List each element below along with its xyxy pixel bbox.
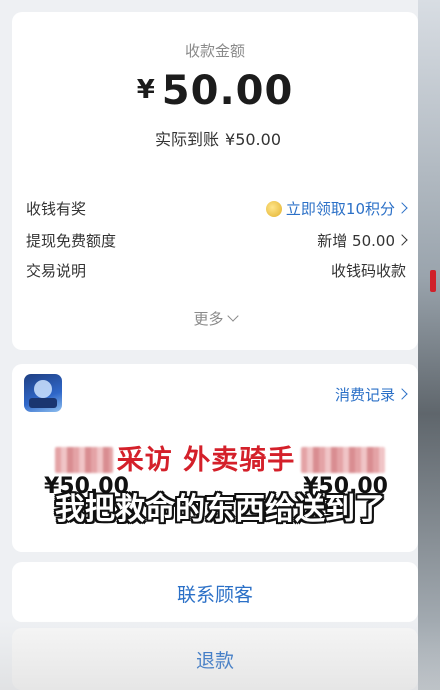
chevron-right-icon bbox=[396, 202, 408, 214]
edge-mark bbox=[430, 270, 436, 292]
consumption-record-link[interactable]: 消费记录 bbox=[335, 384, 408, 405]
payment-summary-card: 收款金额 ¥50.00 实际到账 ¥50.00 收钱有奖 立即领取10积分 提现免… bbox=[12, 12, 418, 350]
overlay-title: 采访 外卖骑手 bbox=[0, 438, 440, 477]
video-subtitle: 我把救命的东西给送到了 bbox=[55, 492, 385, 527]
contact-customer-button[interactable]: 联系顾客 bbox=[12, 562, 418, 622]
chevron-right-icon bbox=[396, 388, 408, 400]
amount-value: 50.00 bbox=[161, 68, 294, 114]
detail-row-note: 交易说明 收钱码收款 bbox=[26, 260, 406, 284]
actual-received: 实际到账 ¥50.00 bbox=[12, 126, 418, 150]
refund-button[interactable]: 退款 bbox=[12, 628, 418, 690]
background-edge bbox=[418, 0, 440, 690]
detail-key: 提现免费额度 bbox=[26, 232, 117, 250]
detail-row-reward[interactable]: 收钱有奖 立即领取10积分 bbox=[26, 198, 408, 222]
amount-display: ¥50.00 bbox=[12, 68, 418, 114]
refund-label: 退款 bbox=[195, 650, 234, 672]
detail-value: 新增 50.00 bbox=[317, 230, 408, 251]
blurred-text bbox=[54, 447, 113, 473]
actual-received-label: 实际到账 bbox=[155, 130, 220, 149]
detail-value: 收钱码收款 bbox=[330, 262, 406, 280]
detail-key: 收钱有奖 bbox=[26, 200, 87, 218]
amount-label: 收款金额 bbox=[184, 42, 245, 60]
currency-symbol: ¥ bbox=[136, 75, 156, 105]
contact-customer-label: 联系顾客 bbox=[176, 584, 253, 606]
blurred-text bbox=[301, 447, 386, 473]
actual-received-value: ¥50.00 bbox=[225, 130, 281, 149]
reward-link[interactable]: 立即领取10积分 bbox=[265, 198, 408, 219]
coin-icon bbox=[265, 201, 282, 217]
app-logo-icon bbox=[24, 374, 62, 412]
detail-row-quota[interactable]: 提现免费额度 新增 50.00 bbox=[26, 230, 408, 254]
chevron-down-icon bbox=[226, 310, 239, 322]
detail-key: 交易说明 bbox=[26, 262, 87, 280]
more-button[interactable]: 更多 bbox=[12, 308, 418, 329]
chevron-right-icon bbox=[396, 234, 408, 246]
